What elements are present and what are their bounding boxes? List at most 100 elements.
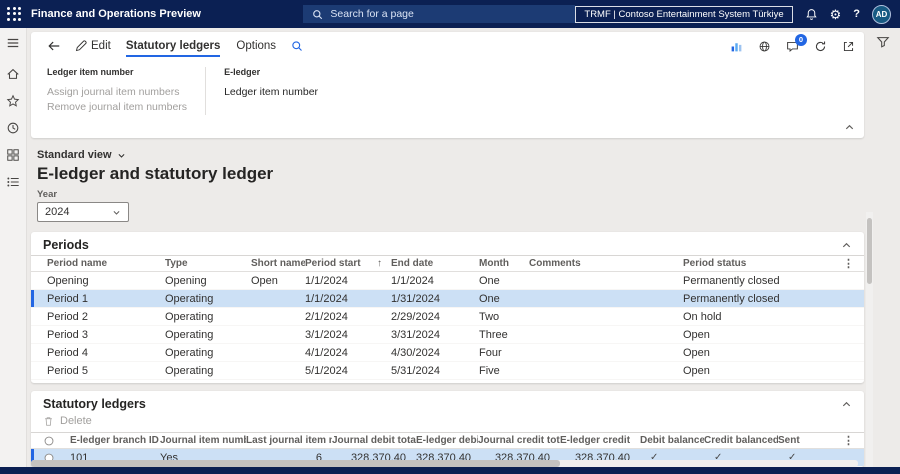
period-row-1-selected[interactable]: Period 1 Operating 1/1/2024 1/31/2024 On… xyxy=(31,290,864,308)
grid-more-options-icon[interactable]: ⋮ xyxy=(824,434,864,447)
periods-section: Periods Period name Type Short name Peri… xyxy=(31,232,864,383)
topbar-left: Finance and Operations Preview xyxy=(0,6,303,22)
ledger-item-number-button[interactable]: Ledger item number xyxy=(224,85,318,100)
col-eledger-debit[interactable]: E-ledger debit xyxy=(416,435,478,446)
edit-button[interactable]: Edit xyxy=(68,32,118,60)
col-type[interactable]: Type xyxy=(165,258,251,269)
col-journal-item-numbered[interactable]: Journal item numbered xyxy=(160,435,246,446)
ribbon-group-ledger-item-number: Ledger item number Assign journal item n… xyxy=(47,67,187,115)
col-debit-balanced[interactable]: Debit balanced xyxy=(640,435,704,446)
user-avatar[interactable]: AD xyxy=(872,4,891,24)
horizontal-scrollbar-thumb[interactable] xyxy=(31,460,561,467)
refresh-icon[interactable] xyxy=(814,40,827,53)
year-dropdown-value: 2024 xyxy=(45,206,70,218)
col-eledger-credit[interactable]: E-ledger credit xyxy=(560,435,640,446)
vertical-scrollbar-thumb[interactable] xyxy=(867,218,872,284)
top-navigation-bar: Finance and Operations Preview Search fo… xyxy=(0,0,900,28)
periods-grid: Period name Type Short name Period start… xyxy=(31,255,864,380)
expand-menu-icon[interactable] xyxy=(6,36,20,50)
statutory-grid-header: E-ledger branch ID Journal item numbered… xyxy=(31,432,864,449)
statutory-toolbar: Delete xyxy=(31,414,864,432)
pencil-icon xyxy=(75,40,87,52)
col-journal-credit-total[interactable]: Journal credit total xyxy=(478,435,560,446)
col-month[interactable]: Month xyxy=(479,258,529,269)
app-launcher-waffle-icon[interactable] xyxy=(7,6,22,22)
col-end-date[interactable]: End date xyxy=(391,258,479,269)
year-field-label: Year xyxy=(37,189,58,200)
col-eledger-branch-id[interactable]: E-ledger branch ID xyxy=(70,435,160,446)
messages-icon[interactable]: 0 xyxy=(786,33,807,53)
globe-icon[interactable] xyxy=(758,40,771,53)
horizontal-scrollbar[interactable] xyxy=(31,460,858,467)
periods-section-header: Periods xyxy=(31,232,864,255)
modules-grid-icon[interactable] xyxy=(6,148,20,162)
col-period-status[interactable]: Period status xyxy=(683,258,842,269)
chevron-down-icon xyxy=(117,151,126,160)
col-sent[interactable]: Sent xyxy=(778,435,824,446)
workspaces-list-icon[interactable] xyxy=(6,175,20,189)
app-title: Finance and Operations Preview xyxy=(31,8,201,20)
grid-more-options-icon[interactable]: ⋮ xyxy=(842,257,864,270)
open-in-new-window-icon[interactable] xyxy=(842,40,855,53)
period-row-4[interactable]: Period 4 Operating 4/1/2024 4/30/2024 Fo… xyxy=(31,344,864,362)
favorites-star-icon[interactable] xyxy=(6,94,20,108)
action-pane-ribbon: Ledger item number Assign journal item n… xyxy=(31,60,864,115)
col-last-journal-item-num[interactable]: Last journal item num... xyxy=(246,435,332,446)
delete-button[interactable]: Delete xyxy=(60,415,92,427)
col-period-start[interactable]: Period start ↑ xyxy=(305,258,391,269)
period-row-opening[interactable]: Opening Opening Open 1/1/2024 1/1/2024 O… xyxy=(31,272,864,290)
help-icon[interactable]: ? xyxy=(853,8,860,20)
statutory-ledgers-section: Statutory ledgers Delete E-ledger branch… xyxy=(31,391,864,467)
action-search-icon[interactable] xyxy=(284,32,310,60)
periods-collapse-chevron-up-icon[interactable] xyxy=(841,240,852,251)
sort-ascending-icon: ↑ xyxy=(377,258,382,269)
col-journal-debit-total[interactable]: Journal debit total xyxy=(332,435,416,446)
action-pane-right-icons: 0 xyxy=(730,33,855,53)
period-row-2[interactable]: Period 2 Operating 2/1/2024 2/29/2024 Tw… xyxy=(31,308,864,326)
search-placeholder: Search for a page xyxy=(330,8,414,20)
environment-button[interactable]: TRMF | Contoso Entertainment System Türk… xyxy=(575,5,793,23)
insights-icon[interactable] xyxy=(730,40,743,53)
col-credit-balanced[interactable]: Credit balanced xyxy=(704,435,778,446)
period-row-5[interactable]: Period 5 Operating 5/1/2024 5/31/2024 Fi… xyxy=(31,362,864,380)
notifications-bell-icon[interactable] xyxy=(805,8,818,21)
main-content: Edit Statutory ledgers Options 0 Ledger … xyxy=(27,28,866,467)
page-title: E-ledger and statutory ledger xyxy=(37,164,274,183)
period-row-3[interactable]: Period 3 Operating 3/1/2024 3/31/2024 Th… xyxy=(31,326,864,344)
periods-title: Periods xyxy=(43,238,89,252)
year-dropdown[interactable]: 2024 xyxy=(37,202,129,222)
view-selector-label: Standard view xyxy=(37,149,112,161)
bottom-frame-bar xyxy=(0,467,900,474)
back-button[interactable] xyxy=(40,32,68,60)
vertical-scrollbar[interactable] xyxy=(866,212,873,467)
periods-grid-header: Period name Type Short name Period start… xyxy=(31,255,864,272)
ribbon-group-title: Ledger item number xyxy=(47,67,134,77)
select-all-radio[interactable] xyxy=(43,435,70,447)
app-window: Finance and Operations Preview Search fo… xyxy=(0,0,900,474)
search-icon xyxy=(312,9,323,20)
statutory-collapse-chevron-up-icon[interactable] xyxy=(841,399,852,410)
col-short-name[interactable]: Short name xyxy=(251,258,305,269)
filter-pane-funnel-icon[interactable] xyxy=(876,35,890,49)
action-pane-tab-row: Edit Statutory ledgers Options 0 xyxy=(31,32,864,60)
message-count-badge: 0 xyxy=(795,33,807,46)
ribbon-group-title: E-ledger xyxy=(224,67,261,77)
col-comments[interactable]: Comments xyxy=(529,258,683,269)
view-selector[interactable]: Standard view xyxy=(37,149,864,161)
statutory-title: Statutory ledgers xyxy=(43,397,146,411)
action-pane-collapse-chevron-up-icon[interactable] xyxy=(844,122,855,133)
col-period-name[interactable]: Period name xyxy=(47,258,165,269)
remove-journal-item-numbers-button[interactable]: Remove journal item numbers xyxy=(47,100,187,115)
right-edge-zone xyxy=(866,28,900,467)
home-icon[interactable] xyxy=(6,67,20,81)
assign-journal-item-numbers-button[interactable]: Assign journal item numbers xyxy=(47,85,187,100)
ribbon-group-e-ledger: E-ledger Ledger item number xyxy=(224,67,318,115)
settings-gear-icon[interactable]: ⚙ xyxy=(830,8,842,21)
tab-statutory-ledgers[interactable]: Statutory ledgers xyxy=(118,32,229,60)
recent-clock-icon[interactable] xyxy=(6,121,20,135)
tab-options[interactable]: Options xyxy=(228,32,284,60)
topbar-right: TRMF | Contoso Entertainment System Türk… xyxy=(575,4,900,24)
action-pane: Edit Statutory ledgers Options 0 Ledger … xyxy=(31,32,864,138)
global-search-box[interactable]: Search for a page xyxy=(303,5,576,23)
ribbon-group-separator xyxy=(205,67,207,115)
